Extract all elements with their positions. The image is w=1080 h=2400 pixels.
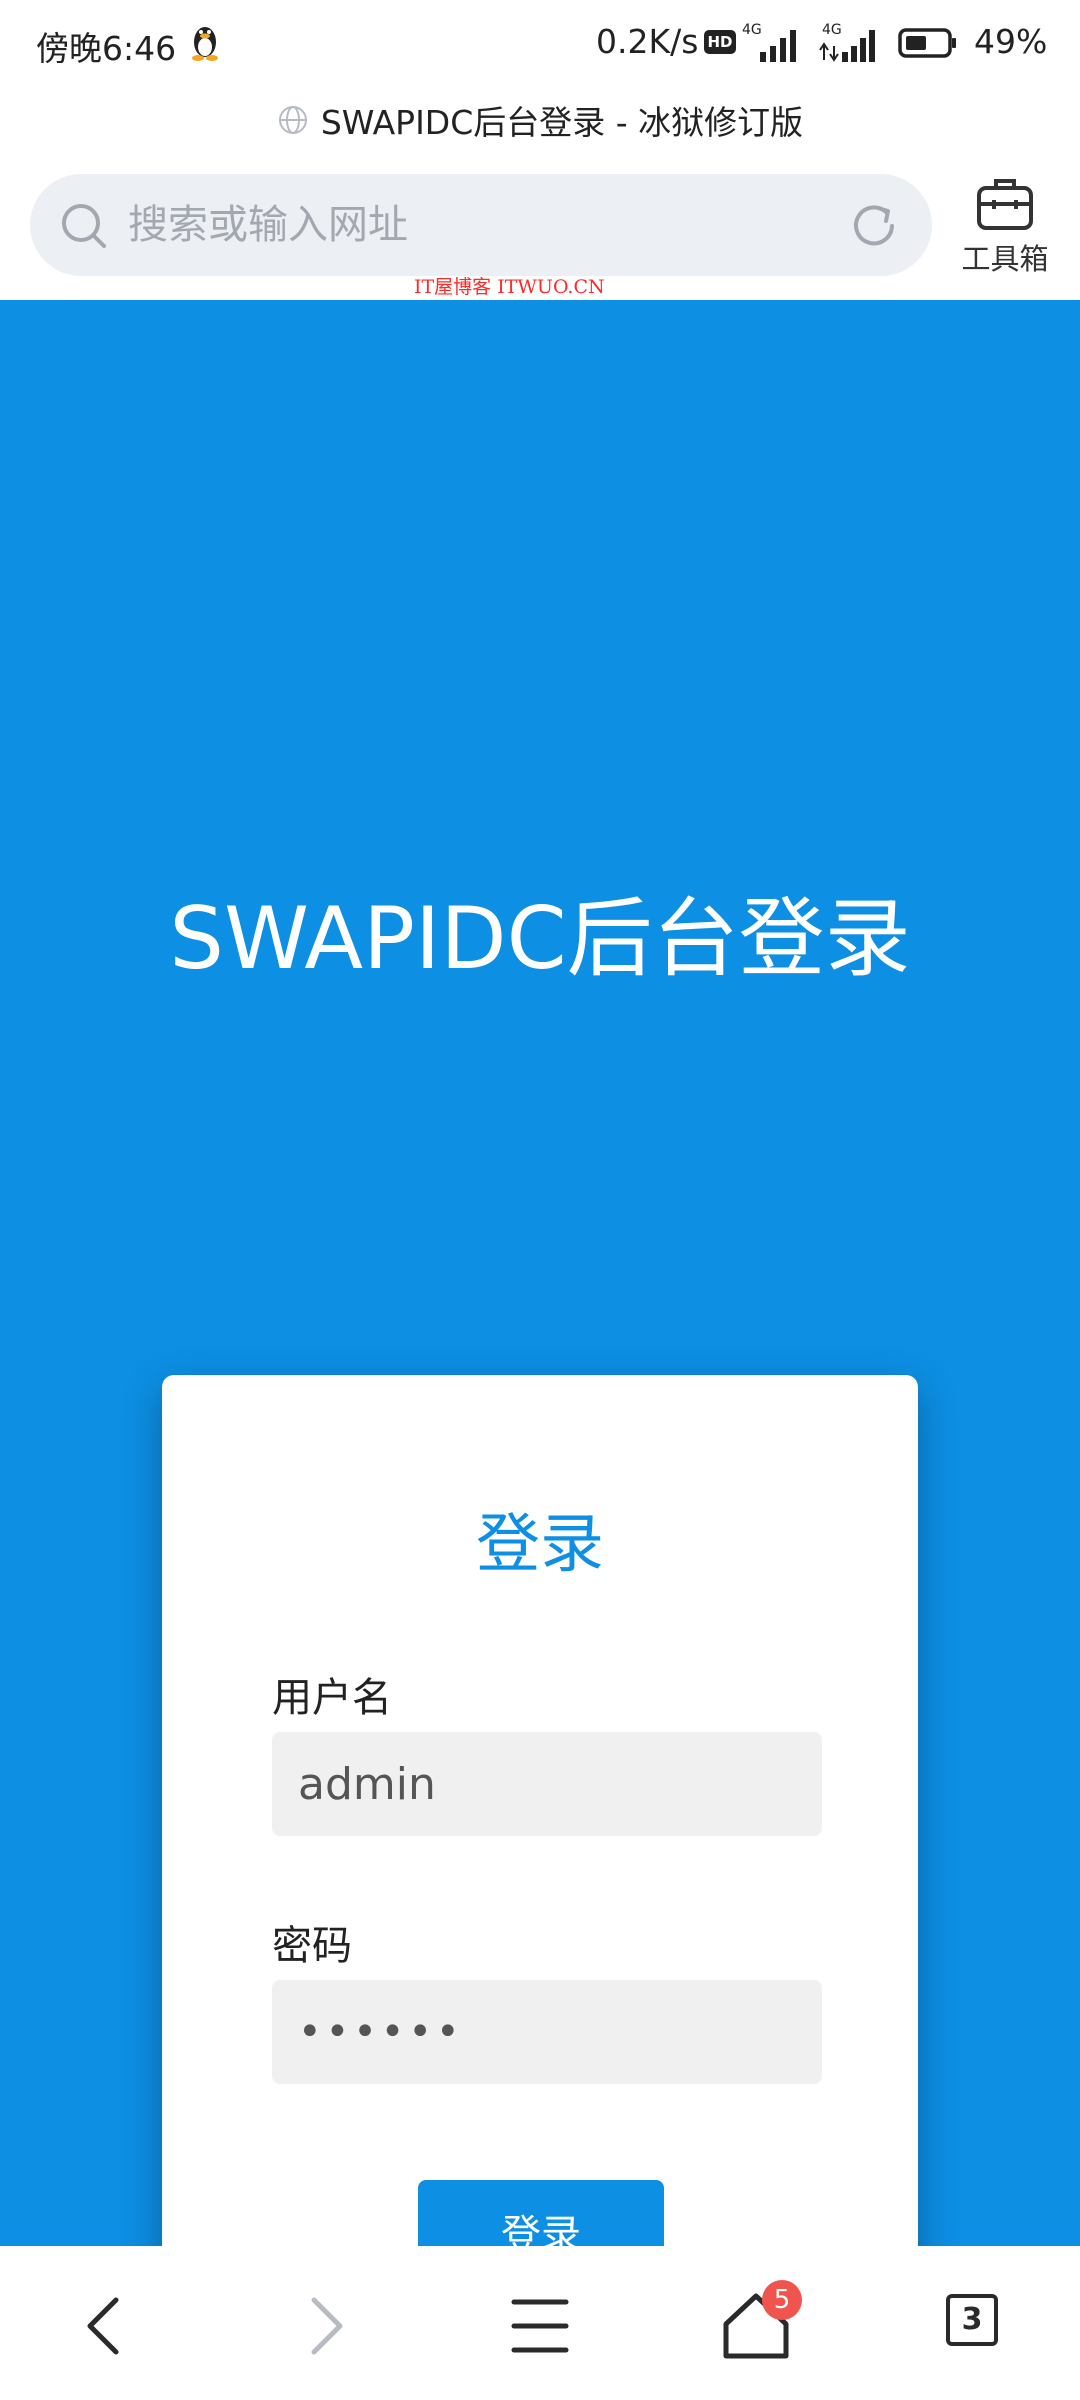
network-speed: 0.2K/s: [596, 22, 699, 61]
password-label: 密码: [272, 1923, 352, 1969]
login-card-title: 登录: [476, 1508, 604, 1582]
refresh-icon[interactable]: [848, 200, 900, 252]
status-bar: 傍晚6:46 0.2K/s HD 4G 4G 49%: [0, 0, 1080, 90]
address-bar[interactable]: 搜索或输入网址: [30, 174, 932, 276]
browser-bottom-nav: [0, 2246, 1080, 2400]
hd-badge: HD: [704, 30, 736, 54]
username-label: 用户名: [272, 1675, 392, 1721]
battery-icon: [898, 28, 956, 58]
globe-icon: [278, 106, 307, 134]
menu-icon: [511, 2299, 569, 2353]
watermark: IT屋博客 ITWUO.CN: [414, 276, 605, 298]
page-title: SWAPIDC后台登录 - 冰狱修订版: [320, 103, 804, 142]
toolbox-label: 工具箱: [961, 242, 1049, 276]
page-heading: SWAPIDC后台登录: [169, 889, 911, 989]
browser-title-bar: SWAPIDC后台登录 - 冰狱修订版: [0, 96, 1080, 162]
password-input[interactable]: [272, 1980, 822, 2084]
battery-percent: 49%: [974, 22, 1048, 61]
toolbox-button[interactable]: 工具箱: [950, 172, 1060, 282]
qq-penguin-icon: [192, 27, 218, 61]
toolbox-icon: [977, 179, 1033, 230]
menu-button[interactable]: [500, 2286, 580, 2366]
login-card: 登录 用户名 密码 登录: [162, 1375, 918, 2391]
back-arrow-icon: [87, 2297, 119, 2355]
status-time: 傍晚6:46: [36, 29, 177, 68]
forward-arrow-icon: [311, 2297, 343, 2355]
tabs-button[interactable]: 3: [946, 2294, 998, 2346]
address-placeholder: 搜索或输入网址: [128, 202, 408, 248]
username-input[interactable]: [272, 1732, 822, 1836]
signal-4g-2-icon: 4G: [819, 22, 875, 62]
search-icon: [62, 204, 106, 248]
svg-text:4G: 4G: [742, 22, 762, 38]
home-badge: 5: [762, 2280, 802, 2320]
signal-4g-icon: 4G: [742, 22, 796, 62]
forward-button[interactable]: [284, 2286, 364, 2366]
svg-text:4G: 4G: [822, 22, 842, 38]
login-page: SWAPIDC后台登录 登录 用户名 密码 登录: [0, 300, 1080, 2391]
back-button[interactable]: [66, 2286, 146, 2366]
